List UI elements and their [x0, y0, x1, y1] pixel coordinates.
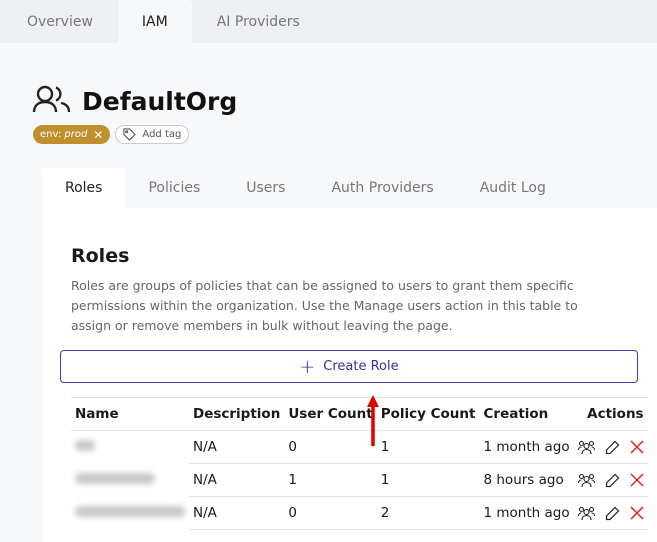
- org-header: DefaultOrg: [32, 84, 237, 118]
- role-actions: [573, 463, 648, 497]
- create-role-button[interactable]: + Create Role: [60, 350, 638, 383]
- table-row: N/A 0 1 1 month ago: [71, 430, 648, 464]
- manage-users-icon[interactable]: [577, 506, 595, 521]
- top-tabs: Overview IAM AI Providers: [0, 0, 657, 43]
- tab-roles[interactable]: Roles: [42, 168, 126, 208]
- roles-title: Roles: [71, 245, 130, 267]
- role-policy-count: 2: [376, 496, 480, 530]
- tag-icon: [123, 128, 137, 141]
- tag-value: prod: [64, 129, 88, 140]
- edit-icon[interactable]: [605, 440, 620, 455]
- roles-panel: Roles Roles are groups of policies that …: [42, 208, 657, 542]
- col-policy-count: Policy Count: [376, 397, 480, 431]
- table-row: N/A 0 2 1 month ago: [71, 496, 648, 530]
- delete-icon[interactable]: [630, 440, 644, 454]
- manage-users-icon[interactable]: [577, 473, 595, 488]
- role-name[interactable]: [71, 464, 189, 497]
- role-creation: 1 month ago: [479, 430, 574, 464]
- role-description: N/A: [189, 496, 285, 530]
- tab-auth-providers[interactable]: Auth Providers: [308, 168, 456, 208]
- roles-table: Name Description User Count Policy Count…: [71, 397, 648, 530]
- tab-users[interactable]: Users: [223, 168, 308, 208]
- role-policy-count: 1: [376, 463, 480, 497]
- role-creation: 8 hours ago: [479, 463, 574, 497]
- roles-description: Roles are groups of policies that can be…: [71, 278, 578, 333]
- add-tag-button[interactable]: Add tag: [115, 125, 190, 144]
- role-policy-count: 1: [376, 430, 480, 464]
- role-description: N/A: [189, 430, 285, 464]
- manage-users-icon[interactable]: [577, 440, 595, 455]
- plus-icon: +: [299, 355, 316, 378]
- delete-icon[interactable]: [630, 506, 644, 520]
- col-actions: Actions: [573, 397, 648, 431]
- create-role-label: Create Role: [323, 359, 399, 374]
- table-row: N/A 1 1 8 hours ago: [71, 463, 648, 497]
- role-user-count: 0: [284, 496, 377, 530]
- org-name: DefaultOrg: [82, 86, 238, 116]
- edit-icon[interactable]: [605, 506, 620, 521]
- role-user-count: 1: [284, 463, 377, 497]
- sub-tabs: Roles Policies Users Auth Providers Audi…: [42, 168, 569, 208]
- add-tag-label: Add tag: [142, 129, 182, 140]
- annotation-arrow: [367, 395, 379, 446]
- tab-iam[interactable]: IAM: [117, 0, 192, 43]
- role-user-count: 0: [284, 430, 377, 464]
- edit-icon[interactable]: [605, 473, 620, 488]
- role-actions: [573, 430, 648, 464]
- tab-overview[interactable]: Overview: [10, 0, 110, 43]
- tab-audit-log[interactable]: Audit Log: [457, 168, 569, 208]
- role-description: N/A: [189, 463, 285, 497]
- users-icon: [32, 84, 72, 118]
- col-description: Description: [189, 397, 285, 431]
- role-actions: [573, 496, 648, 530]
- col-user-count: User Count: [284, 397, 377, 431]
- env-tag: env: prod ✕: [33, 125, 111, 144]
- tab-ai-providers[interactable]: AI Providers: [200, 0, 317, 43]
- role-name[interactable]: [71, 497, 189, 530]
- role-creation: 1 month ago: [479, 496, 574, 530]
- tag-key: env:: [40, 129, 62, 140]
- delete-icon[interactable]: [630, 473, 644, 487]
- col-creation: Creation: [479, 397, 574, 431]
- tab-policies[interactable]: Policies: [125, 168, 223, 208]
- col-name: Name: [71, 397, 189, 431]
- role-name[interactable]: [71, 431, 189, 464]
- remove-tag-icon[interactable]: ✕: [93, 128, 103, 142]
